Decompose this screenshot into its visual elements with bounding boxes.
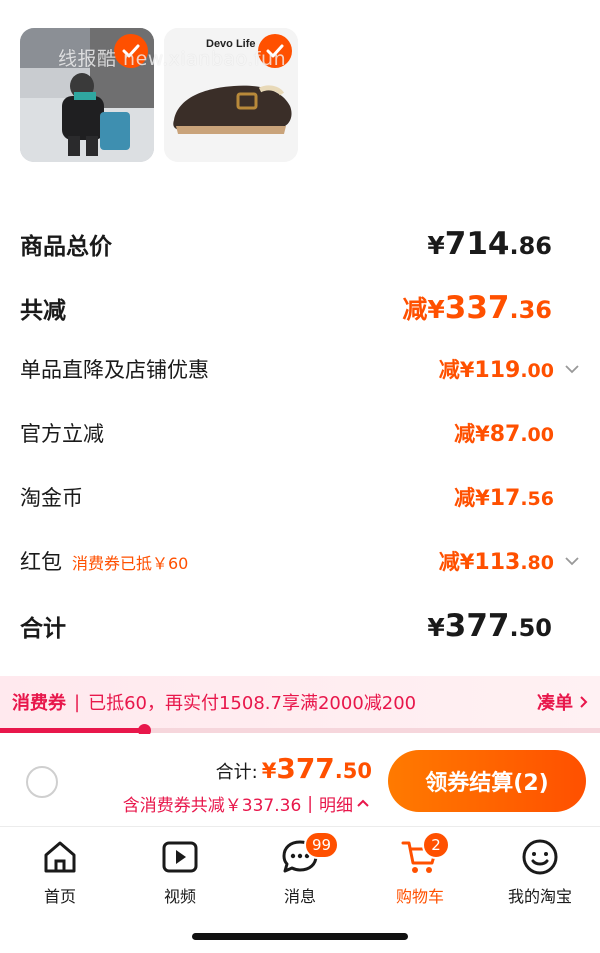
select-all-radio[interactable]: [26, 766, 58, 798]
taojin-coin-label: 淘金币: [20, 486, 83, 510]
tab-home[interactable]: 首页: [0, 837, 120, 907]
home-icon: [40, 837, 80, 877]
taojin-coin-row: 淘金币 减¥ 17 .56: [20, 482, 580, 512]
cart-icon: 2: [400, 831, 450, 877]
tab-profile-label: 我的淘宝: [507, 887, 572, 906]
total-reduction-label: 共减: [20, 298, 66, 324]
tab-home-label: 首页: [43, 887, 76, 906]
checkout-total-int: 377: [276, 752, 335, 785]
message-icon: 99: [280, 831, 340, 877]
taojin-coin-value: 减¥ 17 .56: [454, 486, 554, 511]
checkout-button[interactable]: 领券结算(2): [388, 750, 586, 812]
total-price-value: ¥ 714 .86: [427, 226, 552, 262]
chevron-down-icon[interactable]: [554, 556, 580, 566]
tab-cart-label: 购物车: [395, 887, 444, 906]
add-items-label: 凑单: [537, 693, 573, 714]
red-packet-label-group: 红包 消费券已抵￥60: [20, 546, 188, 576]
detail-toggle[interactable]: 明细: [319, 791, 370, 816]
tab-messages[interactable]: 99 消息: [240, 831, 360, 907]
checkout-total: 合计: ¥ 377 .50: [216, 752, 372, 785]
checkout-savings: 含消费券共减￥337.36 | 明细: [123, 791, 370, 816]
checkout-total-currency: ¥: [261, 759, 277, 783]
official-discount-row: 官方立减 减¥ 87 .00: [20, 418, 580, 448]
red-packet-value: 减¥ 113 .80: [438, 550, 554, 575]
home-indicator: [192, 933, 408, 940]
voucher-message: 已抵60，再实付1508.7享满2000减200: [88, 693, 417, 714]
detail-label: 明细: [319, 796, 353, 816]
chevron-right-icon: [580, 696, 588, 708]
official-discount-label: 官方立减: [20, 422, 104, 446]
store-discount-label: 单品直降及店铺优惠: [20, 358, 209, 382]
checkout-total-label: 合计:: [215, 762, 258, 783]
total-price-row: 商品总价 ¥ 714 .86: [20, 226, 580, 262]
total-price-label: 商品总价: [20, 234, 112, 260]
voucher-separator: |: [74, 691, 81, 713]
cart-badge: 2: [422, 831, 450, 859]
voucher-banner[interactable]: 消费券 | 已抵60，再实付1508.7享满2000减200 凑单: [0, 676, 600, 728]
watermark: 线报酷 new.xianbao.fun: [58, 48, 287, 70]
chevron-down-icon[interactable]: [554, 364, 580, 374]
tab-messages-label: 消息: [283, 887, 316, 906]
add-items-link[interactable]: 凑单: [537, 689, 588, 715]
tab-video-label: 视频: [163, 887, 196, 906]
total-reduction-value: 减¥ 337 .36: [402, 290, 552, 326]
chevron-up-icon: [357, 799, 369, 807]
red-packet-note: 消费券已抵￥60: [72, 554, 189, 573]
store-discount-value: 减¥ 119 .00: [438, 358, 554, 383]
savings-text: 含消费券共减￥337.36: [122, 796, 302, 816]
red-packet-label: 红包: [20, 550, 62, 574]
grand-total-label: 合计: [20, 616, 66, 642]
official-discount-value: 减¥ 87 .00: [454, 422, 554, 447]
voucher-progress-bar: [0, 724, 600, 737]
checkout-total-dec: .50: [334, 759, 372, 783]
checkout-bar: 合计: ¥ 377 .50 含消费券共减￥337.36 | 明细 领券结算(2): [0, 734, 600, 826]
profile-icon: [520, 837, 560, 877]
red-packet-row[interactable]: 红包 消费券已抵￥60 减¥ 113 .80: [20, 546, 580, 576]
tab-video[interactable]: 视频: [120, 837, 240, 907]
savings-divider: |: [307, 793, 313, 814]
total-reduction-row: 共减 减¥ 337 .36: [20, 290, 580, 326]
grand-total-row: 合计 ¥ 377 .50: [20, 608, 580, 644]
voucher-progress-fill: [0, 728, 144, 733]
tab-profile[interactable]: 我的淘宝: [480, 837, 600, 907]
message-badge: 99: [304, 831, 340, 859]
tab-cart[interactable]: 2 购物车: [360, 831, 480, 907]
voucher-tag: 消费券: [12, 693, 66, 714]
store-discount-row[interactable]: 单品直降及店铺优惠 减¥ 119 .00: [20, 354, 580, 384]
video-icon: [160, 837, 200, 877]
grand-total-value: ¥ 377 .50: [427, 608, 552, 644]
